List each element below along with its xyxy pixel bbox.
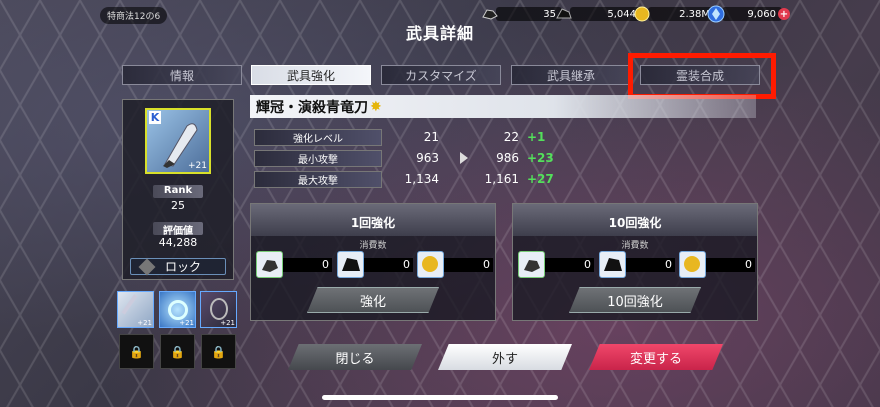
- enhance-once-panel: 1回強化 消費数 0 0 0 強化: [250, 203, 496, 321]
- stat-delta: +23: [527, 151, 554, 165]
- stat-after: 1,161: [484, 172, 519, 186]
- enhance-ten-panel: 10回強化 消費数 0 0 0 10回強化: [512, 203, 758, 321]
- enhance-ten-button[interactable]: 10回強化: [569, 287, 701, 313]
- stat-label-min-attack: 最小攻撃: [254, 150, 382, 167]
- blue-gem-icon: [706, 5, 726, 23]
- material-gold: 0: [417, 251, 493, 279]
- remove-button[interactable]: 外す: [438, 344, 572, 370]
- dark-ore-icon: [599, 251, 626, 278]
- dark-ore-icon: [337, 251, 364, 278]
- locked-slot-1: 🔒: [119, 334, 154, 369]
- material-gold: 0: [679, 251, 755, 279]
- enhance-once-button[interactable]: 強化: [307, 287, 439, 313]
- tab-inherit[interactable]: 武具継承: [511, 65, 631, 85]
- star-icon: ✸: [370, 98, 382, 115]
- stat-delta: +1: [527, 130, 546, 144]
- lock-icon: 🔒: [170, 344, 185, 359]
- material-ore: 0: [518, 251, 594, 279]
- locked-slot-2: 🔒: [160, 334, 195, 369]
- cost-label: 消費数: [359, 241, 387, 251]
- material-dark-ore: 0: [337, 251, 413, 279]
- gold-coin-icon: [679, 251, 706, 278]
- lock-icon: 🔒: [211, 344, 226, 359]
- cost-label: 消費数: [621, 241, 649, 251]
- gold-coin-icon: [632, 5, 652, 23]
- material-dark-ore: 0: [599, 251, 675, 279]
- resource-dark-ore: 5,044: [554, 4, 642, 24]
- stat-after: 986: [496, 151, 519, 165]
- highlight-box: [628, 53, 776, 99]
- slot-plus: +21: [179, 319, 194, 327]
- ore-icon: [480, 5, 500, 23]
- necklace-icon: [210, 298, 228, 320]
- ore-icon: [256, 251, 283, 278]
- lock-label: ロック: [165, 260, 202, 274]
- lock-diamond-icon: [138, 258, 156, 275]
- locked-slot-3: 🔒: [201, 334, 236, 369]
- add-gem-button[interactable]: +: [778, 8, 790, 20]
- tab-info[interactable]: 情報: [122, 65, 242, 85]
- lock-icon: 🔒: [129, 344, 144, 359]
- stat-before: 963: [416, 151, 439, 165]
- stat-label-level: 強化レベル: [254, 129, 382, 146]
- slot-plus: +21: [220, 319, 235, 327]
- dark-ore-icon: [554, 5, 574, 23]
- gold-coin-icon: [417, 251, 444, 278]
- home-indicator[interactable]: [322, 395, 558, 400]
- rank-value: 25: [171, 199, 185, 212]
- ring-icon: [168, 300, 188, 320]
- lock-button[interactable]: ロック: [130, 258, 226, 275]
- slot-1[interactable]: +21: [117, 291, 154, 328]
- weapon-name-banner: 輝冠・演殺青竜刀 ✸: [250, 95, 756, 118]
- weapon-image[interactable]: K +21: [145, 108, 211, 174]
- slot-plus: +21: [137, 319, 152, 327]
- change-button[interactable]: 変更する: [589, 344, 723, 370]
- tab-enhance[interactable]: 武具強化: [251, 65, 371, 85]
- score-value: 44,288: [158, 236, 198, 249]
- resource-gem: 9,060 +: [706, 4, 790, 24]
- resource-ore: 35: [480, 4, 562, 24]
- stat-before: 21: [423, 130, 439, 144]
- resource-gold: 2.38M: [632, 4, 716, 24]
- weapon-name: 輝冠・演殺青竜刀: [256, 99, 368, 116]
- material-ore: 0: [256, 251, 332, 279]
- ore-icon: [518, 251, 545, 278]
- weapon-plus-level: +21: [188, 161, 207, 171]
- slot-2[interactable]: +21: [159, 291, 196, 328]
- close-button[interactable]: 閉じる: [288, 344, 422, 370]
- stat-after: 22: [503, 130, 519, 144]
- stat-delta: +27: [527, 172, 554, 186]
- rank-label: Rank: [153, 185, 203, 198]
- tab-customize[interactable]: カスタマイズ: [381, 65, 501, 85]
- stat-before: 1,134: [404, 172, 439, 186]
- enhance-once-title: 1回強化: [251, 204, 495, 236]
- enhance-ten-title: 10回強化: [513, 204, 757, 236]
- slot-3[interactable]: +21: [200, 291, 237, 328]
- stat-label-max-attack: 最大攻撃: [254, 171, 382, 188]
- score-label: 評価値: [153, 222, 203, 237]
